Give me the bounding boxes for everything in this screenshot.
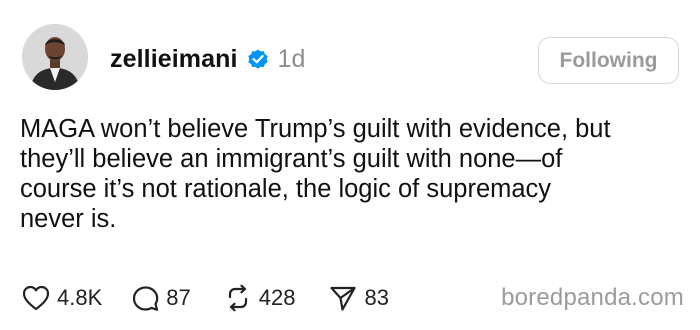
post-actions: 4.8K 87 428 83 [22, 284, 389, 312]
avatar-photo [22, 24, 88, 90]
post-body-line: never is. [20, 205, 117, 233]
reply-button[interactable]: 87 [132, 285, 191, 312]
following-button[interactable]: Following [538, 37, 679, 84]
repost-count: 428 [258, 285, 296, 310]
share-button[interactable]: 83 [329, 285, 389, 312]
threads-post: zellieimani 1d Following MAGA won’t beli… [0, 0, 700, 330]
post-body-line: MAGA won’t believe Trump’s guilt with ev… [20, 115, 611, 143]
avatar[interactable] [22, 24, 88, 90]
post-timestamp: 1d [277, 44, 306, 73]
like-button[interactable]: 4.8K [22, 285, 102, 311]
share-count: 83 [364, 285, 389, 310]
verified-badge-icon [246, 47, 270, 71]
speech-bubble-icon [132, 285, 159, 312]
like-count: 4.8K [57, 285, 103, 310]
repost-button[interactable]: 428 [224, 284, 296, 312]
username[interactable]: zellieimani [110, 45, 238, 74]
watermark: boredpanda.com [501, 284, 684, 311]
post-header: zellieimani 1d [110, 42, 305, 76]
post-body-line: course it’s not rationale, the logic of … [20, 175, 552, 203]
reply-count: 87 [166, 285, 191, 310]
paper-plane-icon [329, 285, 357, 312]
post-body-line: they’ll believe an immigrant’s guilt wit… [20, 145, 563, 173]
repost-arrows-icon [224, 284, 252, 312]
post-body: MAGA won’t believe Trump’s guilt with ev… [20, 114, 690, 234]
heart-icon [22, 285, 50, 311]
